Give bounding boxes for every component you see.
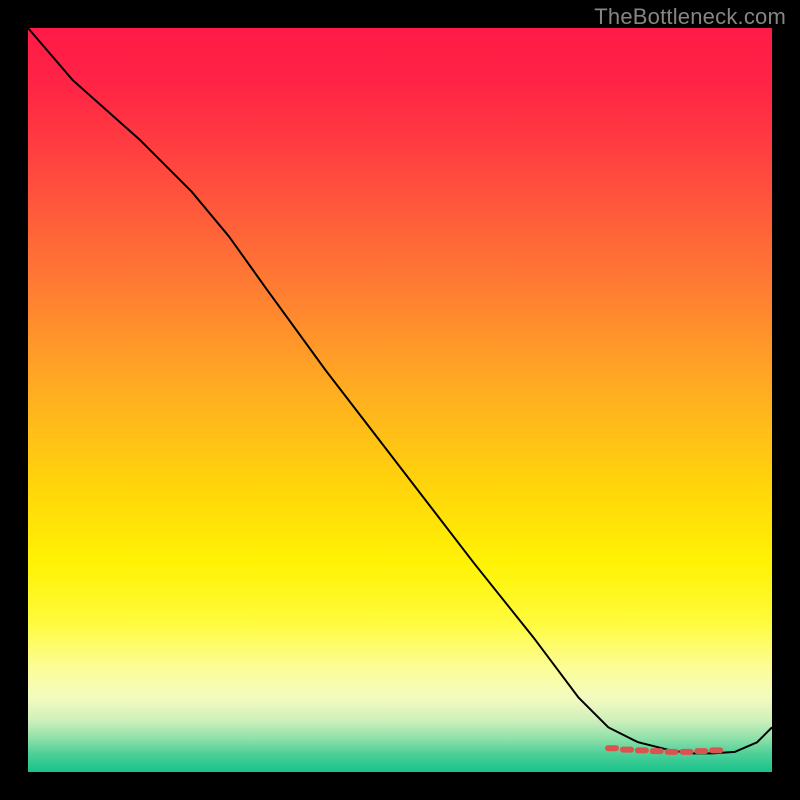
highlight-marker bbox=[709, 747, 723, 753]
highlight-marker bbox=[650, 748, 664, 754]
highlight-marker bbox=[620, 747, 634, 753]
highlight-marker bbox=[665, 749, 679, 755]
chart-svg bbox=[28, 28, 772, 772]
chart-frame: TheBottleneck.com bbox=[0, 0, 800, 800]
attribution-label: TheBottleneck.com bbox=[594, 4, 786, 30]
highlight-marker bbox=[679, 749, 693, 755]
highlight-marker bbox=[694, 748, 708, 754]
highlight-marker bbox=[605, 745, 619, 751]
highlight-marker bbox=[635, 747, 649, 753]
plot-area bbox=[28, 28, 772, 772]
